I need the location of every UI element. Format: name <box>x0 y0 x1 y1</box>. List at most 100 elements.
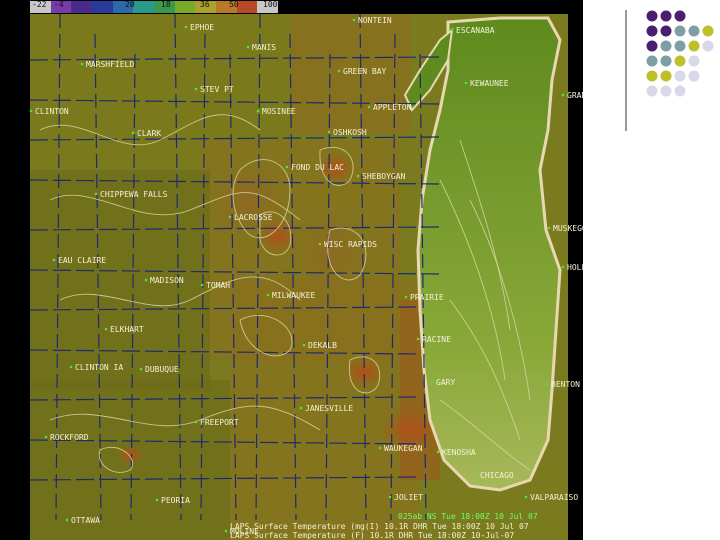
legend-dot <box>660 70 672 82</box>
station-dot <box>327 130 331 134</box>
status-line-3: LAPS Surface Temperature (F) 10.1R DHR T… <box>230 531 514 540</box>
city-label: WISC RAPIDS <box>324 240 377 249</box>
station-dot <box>318 242 322 246</box>
station-dot <box>545 382 549 386</box>
map-panel: -22 -4 20 18 36 50 100 NONTEIN EPHOE ESCANABA MAN… <box>0 0 583 540</box>
legend-dot <box>660 10 672 22</box>
station-dot <box>337 69 341 73</box>
legend-dot <box>674 40 686 52</box>
legend-dot <box>660 85 672 97</box>
station-dot <box>144 278 148 282</box>
legend-dot <box>646 25 658 37</box>
station-dot <box>299 406 303 410</box>
station-dot <box>547 226 551 230</box>
station-dot <box>436 450 440 454</box>
city-label: MARSHFIELD <box>86 60 134 69</box>
city-label: MUSKEGON <box>553 224 583 233</box>
station-dot <box>561 93 565 97</box>
legend-dot <box>660 55 672 67</box>
city-label: MADISON <box>150 276 184 285</box>
station-dot <box>404 295 408 299</box>
station-dot <box>52 258 56 262</box>
city-label: MOSINEE <box>262 107 296 116</box>
city-label: BENTON HBR <box>551 380 583 389</box>
city-label: TOMAH <box>206 281 230 290</box>
legend-dot <box>674 10 686 22</box>
station-dot <box>388 495 392 499</box>
city-label: VALPARAISO <box>530 493 578 502</box>
city-label: STEV PT <box>200 85 234 94</box>
city-label: OTTAWA <box>71 516 100 525</box>
city-label: CHIPPEWA FALLS <box>100 190 168 199</box>
station-dot <box>450 28 454 32</box>
station-dot <box>200 283 204 287</box>
station-dot <box>44 435 48 439</box>
city-label: HOLLAND <box>567 263 583 272</box>
station-dot <box>155 498 159 502</box>
city-label: CLINTON <box>35 107 69 116</box>
city-label: PRAIRIE <box>410 293 444 302</box>
legend-dot <box>702 40 714 52</box>
warm-spot <box>116 445 144 465</box>
station-dot <box>104 327 108 331</box>
station-dot <box>224 529 228 533</box>
legend-dot <box>646 10 658 22</box>
station-dot <box>94 192 98 196</box>
city-label: LACROSSE <box>234 213 273 222</box>
city-label: GRAND HAVEN <box>567 91 583 100</box>
station-dot <box>29 109 33 113</box>
station-dot <box>194 87 198 91</box>
city-label: APPLETON <box>373 103 412 112</box>
station-dot <box>430 380 434 384</box>
legend-dot <box>646 55 658 67</box>
legend-dot <box>674 85 686 97</box>
city-label: DUBUQUE <box>145 365 179 374</box>
city-label: PEORIA <box>161 496 190 505</box>
city-label: EPHOE <box>190 23 214 32</box>
legend-dot <box>646 40 658 52</box>
station-dot <box>131 131 135 135</box>
legend-dot <box>646 85 658 97</box>
city-label: RACINE <box>422 335 451 344</box>
city-label: KENOSHA <box>442 448 476 457</box>
legend-dot <box>660 40 672 52</box>
city-label: GREEN BAY <box>343 67 387 76</box>
city-label: CLARK <box>137 129 161 138</box>
city-label: ROCKFORD <box>50 433 89 442</box>
legend-dot <box>674 25 686 37</box>
legend-dot <box>702 25 714 37</box>
station-dot <box>256 109 260 113</box>
station-dot <box>194 420 198 424</box>
station-dot <box>302 343 306 347</box>
station-dot <box>464 81 468 85</box>
city-label: KEWAUNEE <box>470 79 509 88</box>
legend-dot <box>674 70 686 82</box>
station-dot <box>80 62 84 66</box>
city-label: FREEPORT <box>200 418 239 427</box>
station-dot <box>266 293 270 297</box>
station-dot <box>474 473 478 477</box>
city-label: GARY <box>436 378 455 387</box>
city-label: JOLIET <box>394 493 423 502</box>
city-label: NONTEIN <box>358 16 392 25</box>
city-label: MILWAUKEE <box>272 291 316 300</box>
status-line-1: 025ab NS Tue 18:00Z 10 Jul 07 <box>398 512 538 521</box>
station-dot <box>246 45 250 49</box>
station-dot <box>561 265 565 269</box>
city-label: MANIS <box>252 43 276 52</box>
city-label: EAU CLAIRE <box>58 256 106 265</box>
city-label: DEKALB <box>308 341 337 350</box>
legend-dot <box>688 25 700 37</box>
station-dot <box>378 446 382 450</box>
legend-dots-decoration <box>625 10 714 131</box>
legend-dot <box>646 70 658 82</box>
station-dot <box>352 18 356 22</box>
status-line-2: LAPS Surface Temperature (mg(I) 10.1R DH… <box>230 522 529 531</box>
city-label: CHICAGO <box>480 471 514 480</box>
legend-dot <box>688 40 700 52</box>
city-label: WAUKEGAN <box>384 444 423 453</box>
station-dot <box>184 25 188 29</box>
station-dot <box>524 495 528 499</box>
city-label: SHEBOYGAN <box>362 172 406 181</box>
city-label: CLINTON IA <box>75 363 123 372</box>
